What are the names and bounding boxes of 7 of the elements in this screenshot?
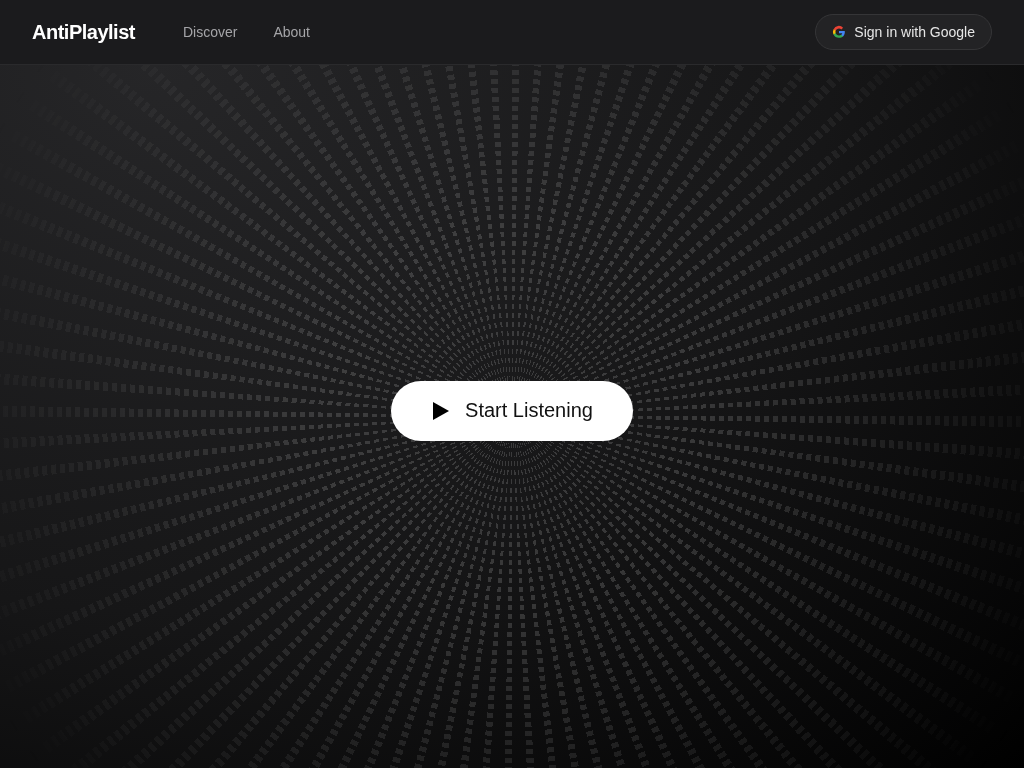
play-icon <box>433 401 450 420</box>
nav-link[interactable]: Discover <box>182 24 238 40</box>
google-g-icon <box>832 25 847 39</box>
brand-logo[interactable]: AntiPlaylist <box>32 20 135 44</box>
sign-in-button[interactable]: Sign in with Google <box>815 14 992 50</box>
start-listening-button[interactable]: Start Listening <box>391 380 633 441</box>
nav-link[interactable]: About <box>273 24 310 40</box>
